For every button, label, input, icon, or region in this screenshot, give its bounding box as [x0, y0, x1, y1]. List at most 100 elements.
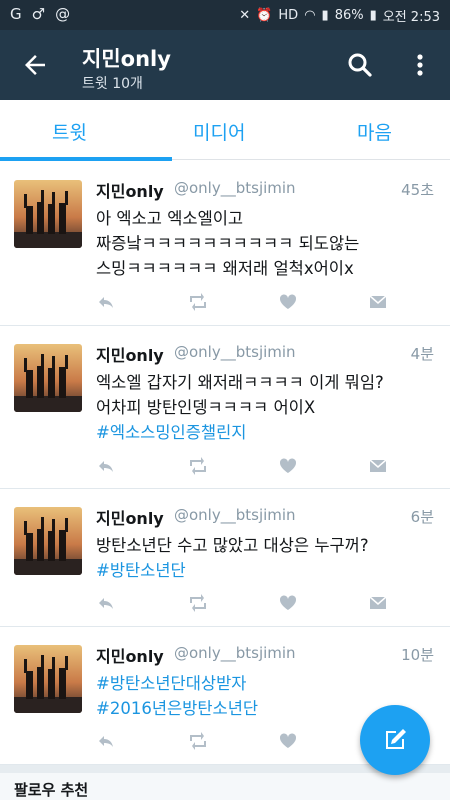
avatar[interactable]: [14, 507, 82, 575]
author-name[interactable]: 지민only: [96, 178, 164, 202]
search-icon: [348, 53, 372, 77]
tweet-time: 6분: [410, 508, 434, 526]
tweet-actions: [96, 456, 396, 476]
hashtag-link[interactable]: #방탄소년단: [96, 558, 436, 583]
tweet-text: 아 엑소고 엑소엘이고 짜증낰ㅋㅋㅋㅋㅋㅋㅋㅋㅋㅋ 되도않는 스밍ㅋㅋㅋㅋㅋㅋ …: [96, 206, 436, 281]
envelope-icon: [369, 295, 387, 308]
author-name[interactable]: 지민only: [96, 643, 164, 667]
compose-icon: [386, 729, 406, 749]
like-button[interactable]: [278, 456, 298, 476]
tweet-line: 엑소엘 갑자기 왜저래ㅋㅋㅋㅋ 이게 뭐임?: [96, 373, 384, 392]
avatar-image: [14, 344, 82, 412]
app-bar: 지민only 트윗 10개: [0, 30, 450, 100]
gender-icon: ♂: [31, 5, 46, 23]
hashtag-link[interactable]: #엑소스밍인증챌린지: [96, 420, 436, 445]
author-handle[interactable]: @only__btsjimin: [174, 644, 296, 662]
tweet-text: 방탄소년단 수고 많았고 대상은 누구꺼? #방탄소년단: [96, 533, 436, 583]
profile-tabs: 트윗 미디어 마음: [0, 100, 450, 160]
tweet-line: 아 엑소고 엑소엘이고: [96, 209, 244, 228]
alarm-icon: ⏰: [256, 8, 273, 23]
message-button[interactable]: [368, 292, 388, 312]
at-icon: @: [55, 5, 71, 23]
author-handle[interactable]: @only__btsjimin: [174, 343, 296, 361]
reply-button[interactable]: [96, 593, 116, 613]
status-left-icons: G ♂ @: [10, 5, 70, 23]
signal-icon: ▮: [321, 8, 329, 23]
tweet-time: 10분: [401, 646, 434, 664]
wifi-icon: ◠: [304, 8, 316, 23]
hashtag-link[interactable]: #방탄소년단대상받자: [96, 671, 436, 696]
retweet-icon: [190, 293, 206, 311]
tweet-line: 스밍ㅋㅋㅋㅋㅋㅋ 왜저래 얼척x어이x: [96, 259, 354, 278]
message-button[interactable]: [368, 456, 388, 476]
reply-icon: [99, 297, 113, 308]
like-button[interactable]: [278, 292, 298, 312]
avatar-image: [14, 645, 82, 713]
reply-button[interactable]: [96, 731, 116, 751]
more-vertical-icon: [417, 54, 423, 76]
tweet-count: 트윗 10개: [82, 76, 143, 92]
retweet-icon: [190, 732, 206, 750]
reply-icon: [99, 736, 113, 747]
avatar-image: [14, 507, 82, 575]
search-button[interactable]: [345, 50, 375, 80]
envelope-icon: [369, 596, 387, 609]
active-tab-indicator: [0, 157, 172, 161]
overflow-menu-button[interactable]: [410, 50, 430, 80]
avatar[interactable]: [14, 645, 82, 713]
follow-suggestions-label: 팔로우 추천: [14, 781, 89, 799]
heart-icon: [279, 294, 297, 309]
clock: 오전 2:53: [382, 10, 440, 25]
tweet-actions: [96, 292, 396, 312]
tweet-time: 45초: [401, 181, 434, 199]
tab-tweets[interactable]: 트윗: [52, 118, 87, 145]
envelope-icon: [369, 459, 387, 472]
carrier-g-icon: G: [10, 5, 22, 23]
tweet-item[interactable]: 지민only @only__btsjimin 6분 방탄소년단 수고 많았고 대…: [0, 489, 450, 627]
back-button[interactable]: [20, 50, 50, 80]
tweet-text: 엑소엘 갑자기 왜저래ㅋㅋㅋㅋ 이게 뭐임? 어차피 방탄인뎅ㅋㅋㅋㅋ 어이X …: [96, 370, 436, 445]
tweet-item[interactable]: 지민only @only__btsjimin 45초 아 엑소고 엑소엘이고 짜…: [0, 162, 450, 326]
avatar-image: [14, 180, 82, 248]
tweet-line: 짜증낰ㅋㅋㅋㅋㅋㅋㅋㅋㅋㅋ 되도않는: [96, 234, 360, 253]
tweet-item[interactable]: 지민only @only__btsjimin 4분 엑소엘 갑자기 왜저래ㅋㅋㅋ…: [0, 326, 450, 489]
tweet-line: 방탄소년단 수고 많았고 대상은 누구꺼?: [96, 536, 369, 555]
author-handle[interactable]: @only__btsjimin: [174, 506, 296, 524]
avatar[interactable]: [14, 180, 82, 248]
retweet-button[interactable]: [188, 456, 208, 476]
heart-icon: [279, 595, 297, 610]
arrow-left-icon: [25, 55, 45, 75]
page-title: 지민only: [82, 47, 171, 71]
battery-percent: 86%: [334, 8, 364, 23]
status-bar: G ♂ @ ✕ ⏰ HD ◠ ▮ 86% ▮ 오전 2:53: [0, 0, 450, 30]
tweet-actions: [96, 731, 396, 751]
author-handle[interactable]: @only__btsjimin: [174, 179, 296, 197]
tweet-time: 4분: [410, 345, 434, 363]
status-right: ✕ ⏰ HD ◠ ▮ 86% ▮ 오전 2:53: [239, 6, 440, 25]
tab-media[interactable]: 미디어: [193, 118, 245, 145]
avatar[interactable]: [14, 344, 82, 412]
message-button[interactable]: [368, 593, 388, 613]
heart-icon: [279, 733, 297, 748]
tweet-actions: [96, 593, 396, 613]
like-button[interactable]: [278, 731, 298, 751]
reply-icon: [99, 598, 113, 609]
battery-icon: ▮: [369, 8, 377, 23]
reply-button[interactable]: [96, 456, 116, 476]
tweet-line: 어차피 방탄인뎅ㅋㅋㅋㅋ 어이X: [96, 398, 316, 417]
retweet-button[interactable]: [188, 292, 208, 312]
reply-button[interactable]: [96, 292, 116, 312]
tab-likes[interactable]: 마음: [357, 118, 392, 145]
author-name[interactable]: 지민only: [96, 505, 164, 529]
heart-icon: [279, 458, 297, 473]
reply-icon: [99, 461, 113, 472]
retweet-button[interactable]: [188, 731, 208, 751]
retweet-icon: [190, 594, 206, 612]
mute-icon: ✕: [239, 8, 251, 23]
hd-icon: HD: [278, 8, 299, 23]
author-name[interactable]: 지민only: [96, 342, 164, 366]
retweet-icon: [190, 457, 206, 475]
like-button[interactable]: [278, 593, 298, 613]
compose-tweet-button[interactable]: [360, 705, 430, 775]
retweet-button[interactable]: [188, 593, 208, 613]
